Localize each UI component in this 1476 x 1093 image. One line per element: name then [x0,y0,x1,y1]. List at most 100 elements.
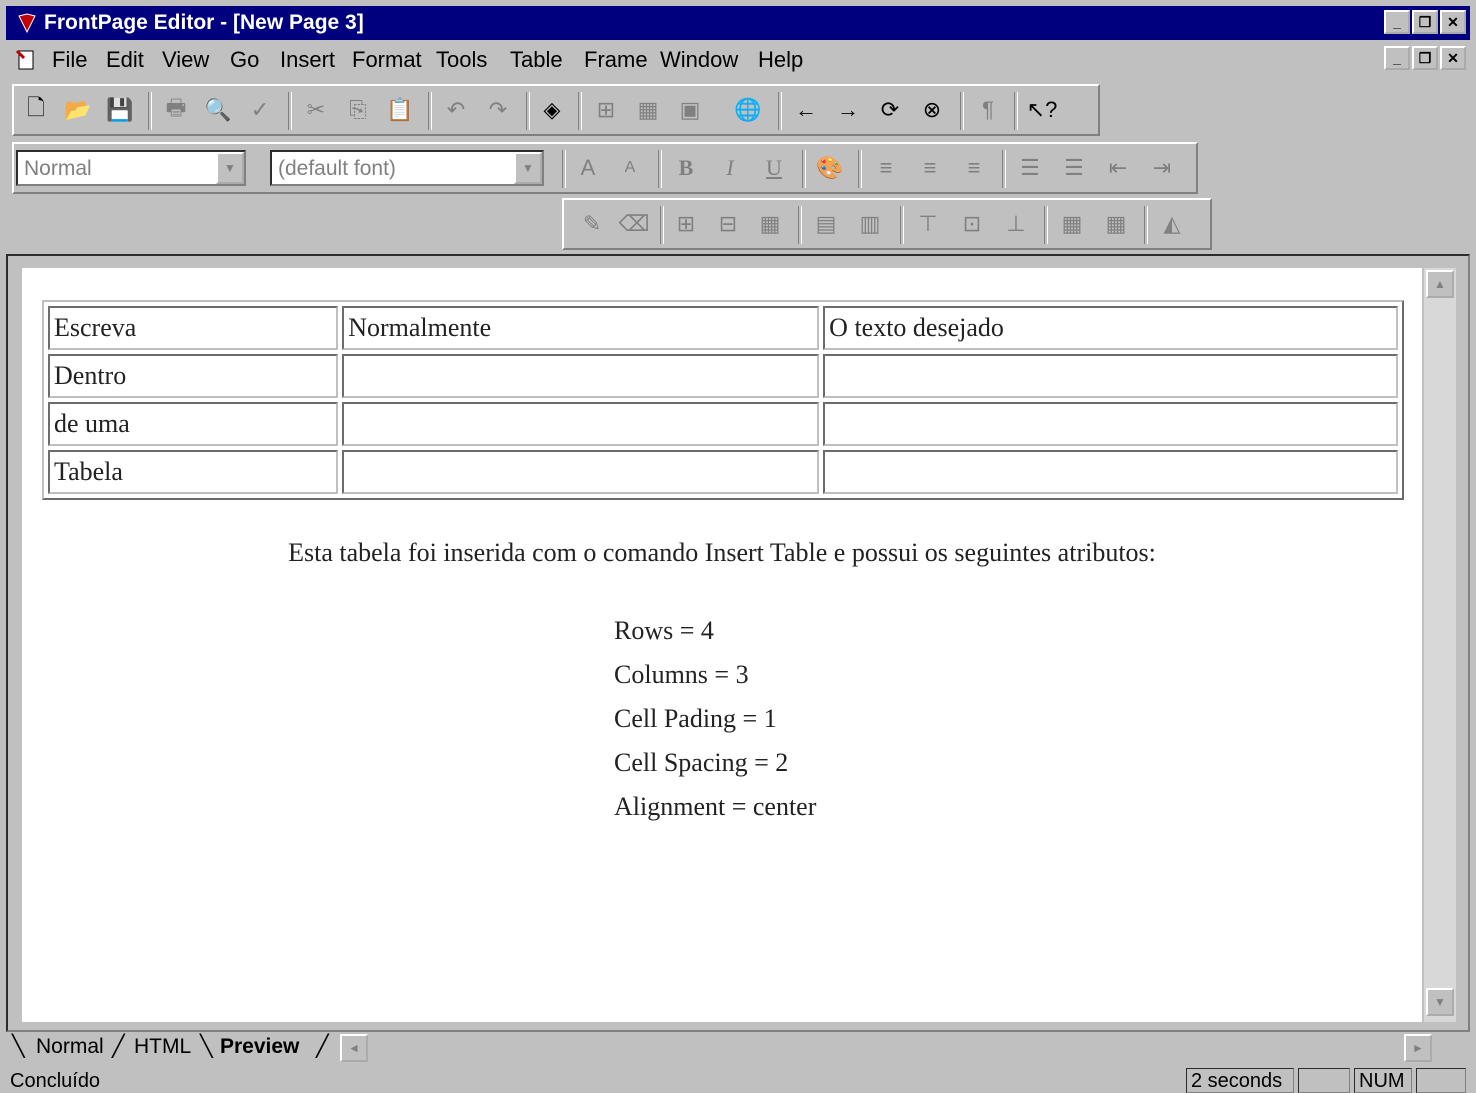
close-button[interactable]: ✕ [1440,10,1466,34]
vertical-scrollbar[interactable]: ▲ ▼ [1424,268,1456,1022]
tab-html[interactable]: HTML [134,1032,191,1062]
save-icon[interactable]: 💾 [104,94,136,126]
menu-file[interactable]: File [52,47,87,73]
scroll-left-icon[interactable]: ◄ [340,1034,368,1062]
table-cell[interactable]: O texto desejado [823,306,1398,350]
menu-tools[interactable]: Tools [436,47,487,73]
menu-edit[interactable]: Edit [106,47,144,73]
style-select[interactable]: Normal ▼ [16,150,246,186]
numbered-list-icon[interactable]: ☰ [1014,152,1046,184]
doc-minimize-button[interactable]: _ [1384,46,1410,70]
menu-table[interactable]: Table [510,47,563,73]
split-cells-icon[interactable]: ▥ [854,208,886,240]
help-pointer-icon[interactable]: ↖? [1026,94,1058,126]
align-bottom-icon[interactable]: ⊥ [1000,208,1032,240]
distribute-columns-icon[interactable]: ▦ [1100,208,1132,240]
tab-normal[interactable]: Normal [36,1032,104,1062]
decrease-font-icon[interactable]: A [614,152,646,184]
bold-icon[interactable]: B [670,152,702,184]
insert-image-icon[interactable]: ▣ [674,94,706,126]
refresh-icon[interactable]: ⟳ [874,94,906,126]
title-bar: FrontPage Editor - [New Page 3] _ ❐ ✕ [6,6,1470,40]
print-icon[interactable]: 🖶 [160,94,192,126]
attribute-line: Columns = 3 [614,660,749,689]
insert-cell-icon[interactable]: ▦ [754,208,786,240]
status-text: Concluído [10,1070,101,1092]
table-cell[interactable] [823,354,1398,398]
align-right-icon[interactable]: ≡ [958,152,990,184]
new-page-icon[interactable]: 🗋 [20,94,52,126]
scroll-down-icon[interactable]: ▼ [1426,988,1454,1016]
paste-icon[interactable]: 📋 [384,94,416,126]
align-center-icon[interactable]: ≡ [914,152,946,184]
distribute-rows-icon[interactable]: ▦ [1056,208,1088,240]
horizontal-scrollbar[interactable]: ◄ ► [336,1034,1436,1062]
menu-go[interactable]: Go [230,47,259,73]
table-cell[interactable] [342,450,820,494]
hyperlink-icon[interactable]: 🌐 [732,94,764,126]
text-color-icon[interactable]: 🎨 [814,152,846,184]
increase-font-icon[interactable]: A [572,152,604,184]
copy-icon[interactable]: ⎘ [342,94,374,126]
align-middle-icon[interactable]: ⊡ [956,208,988,240]
minimize-button[interactable]: _ [1384,10,1410,34]
table-cell[interactable] [823,402,1398,446]
open-icon[interactable]: 📂 [62,94,94,126]
eraser-icon[interactable]: ⌫ [618,208,650,240]
menu-insert[interactable]: Insert [280,47,335,73]
stop-icon[interactable]: ⊗ [916,94,948,126]
fill-color-icon[interactable]: ◭ [1156,208,1188,240]
forward-icon[interactable]: → [832,94,864,126]
num-lock-indicator: NUM [1354,1068,1412,1093]
merge-cells-icon[interactable]: ▤ [810,208,842,240]
menu-frame[interactable]: Frame [584,47,648,73]
standard-toolbar: 🗋 📂 💾 🖶 🔍 ✓ ✂ ⎘ 📋 ↶ ↷ ◈ ⊞ ▦ ▣ 🌐 ← → ⟳ ⊗ … [12,84,1100,136]
table-cell[interactable]: Normalmente [342,306,820,350]
decrease-indent-icon[interactable]: ⇤ [1102,152,1134,184]
spelling-icon[interactable]: ✓ [244,94,276,126]
align-left-icon[interactable]: ≡ [870,152,902,184]
font-select[interactable]: (default font) ▼ [270,150,544,186]
document-icon [15,49,34,70]
italic-icon[interactable]: I [714,152,746,184]
chevron-down-icon[interactable]: ▼ [216,152,244,184]
insert-rows-icon[interactable]: ⊞ [670,208,702,240]
table-cell[interactable] [823,450,1398,494]
table-cell[interactable] [342,402,820,446]
draw-table-icon[interactable]: ✎ [576,208,608,240]
back-icon[interactable]: ← [790,94,822,126]
align-top-icon[interactable]: ⊤ [912,208,944,240]
page-canvas[interactable]: Escreva Normalmente O texto desejado Den… [22,268,1422,1022]
menu-help[interactable]: Help [758,47,803,73]
table-cell[interactable]: Dentro [48,354,339,398]
doc-restore-button[interactable]: ❐ [1412,46,1438,70]
print-preview-icon[interactable]: 🔍 [202,94,234,126]
style-value: Normal [24,157,92,180]
show-explorer-icon[interactable]: ◈ [536,94,568,126]
tab-preview[interactable]: Preview [220,1032,299,1062]
show-paragraph-marks-icon[interactable]: ¶ [972,94,1004,126]
underline-icon[interactable]: U [758,152,790,184]
redo-icon[interactable]: ↷ [482,94,514,126]
bulleted-list-icon[interactable]: ☰ [1058,152,1090,184]
menu-format[interactable]: Format [352,47,422,73]
undo-icon[interactable]: ↶ [440,94,472,126]
insert-columns-icon[interactable]: ⊟ [712,208,744,240]
table-cell[interactable]: de uma [48,402,339,446]
table-cell[interactable]: Escreva [48,306,339,350]
menu-window[interactable]: Window [660,47,738,73]
table-cell[interactable] [342,354,820,398]
chevron-down-icon[interactable]: ▼ [514,152,542,184]
table-cell[interactable]: Tabela [48,450,339,494]
maximize-button[interactable]: ❐ [1412,10,1438,34]
increase-indent-icon[interactable]: ⇥ [1146,152,1178,184]
insert-webbot-icon[interactable]: ⊞ [590,94,622,126]
cut-icon[interactable]: ✂ [300,94,332,126]
table-row: Tabela [48,450,1398,494]
menu-view[interactable]: View [162,47,209,73]
insert-table-icon[interactable]: ▦ [632,94,664,126]
scroll-up-icon[interactable]: ▲ [1426,270,1454,298]
doc-close-button[interactable]: ✕ [1440,46,1466,70]
scroll-right-icon[interactable]: ► [1404,1034,1432,1062]
attribute-line: Alignment = center [614,792,817,821]
